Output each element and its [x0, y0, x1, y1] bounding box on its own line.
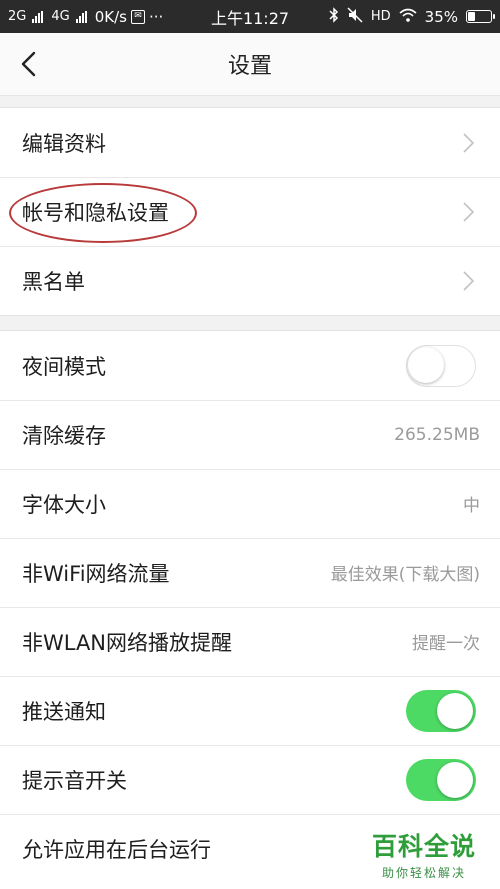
- watermark-main-text: 百科全说: [371, 832, 476, 861]
- more-notifications-icon: ···: [148, 7, 164, 26]
- night-mode-toggle[interactable]: [406, 344, 476, 387]
- row-label: 字体大小: [22, 492, 106, 517]
- chevron-right-icon: [463, 201, 475, 222]
- account-settings-group: 编辑资料 帐号和隐私设置 黑名单: [0, 107, 500, 316]
- row-label: 夜间模式: [22, 354, 106, 379]
- row-label: 允许应用在后台运行: [22, 837, 211, 862]
- notification-icon: ✉: [130, 9, 145, 24]
- net-speed: 0K/s: [94, 7, 127, 26]
- battery-percent: 35%: [424, 7, 458, 26]
- signal-icon: [75, 10, 87, 23]
- row-label: 黑名单: [22, 269, 85, 294]
- mute-icon: [347, 6, 363, 27]
- status-time: 上午11:27: [210, 8, 290, 28]
- non-wifi-traffic-row[interactable]: 非WiFi网络流量 最佳效果(下载大图): [0, 538, 500, 607]
- reminder-value: 提醒一次: [412, 634, 480, 654]
- font-size-row[interactable]: 字体大小 中: [0, 469, 500, 538]
- row-label: 编辑资料: [22, 131, 106, 156]
- row-label: 清除缓存: [22, 423, 106, 448]
- sound-switch-toggle[interactable]: [406, 758, 476, 801]
- toggle-knob: [437, 692, 473, 729]
- hd-label: HD: [370, 9, 391, 24]
- push-notify-row: 推送通知: [0, 676, 500, 745]
- general-settings-group: 夜间模式 清除缓存 265.25MB 字体大小 中 非WiFi网络流量 最佳效果…: [0, 330, 500, 889]
- watermark-sub-text: 助你轻松解决: [381, 866, 466, 880]
- account-privacy-row[interactable]: 帐号和隐私设置: [0, 177, 500, 246]
- wifi-icon: [399, 8, 417, 26]
- bluetooth-icon: [329, 6, 339, 27]
- row-label: 非WiFi网络流量: [22, 561, 170, 586]
- sound-switch-row: 提示音开关: [0, 745, 500, 814]
- non-wlan-reminder-row[interactable]: 非WLAN网络播放提醒 提醒一次: [0, 607, 500, 676]
- signal-icon: [32, 10, 44, 23]
- chevron-left-icon[interactable]: [16, 50, 44, 78]
- chevron-right-icon: [463, 270, 475, 291]
- navigation-bar: 设置: [0, 33, 500, 96]
- traffic-mode-value: 最佳效果(下载大图): [330, 565, 480, 585]
- sim2-label: 4G: [51, 9, 70, 24]
- battery-icon: [466, 10, 495, 23]
- edit-profile-row[interactable]: 编辑资料: [0, 108, 500, 177]
- sim1-label: 2G: [8, 9, 27, 24]
- status-bar: 2G 4G 0K/s ✉ ··· 上午11:27 HD 35%: [0, 0, 500, 33]
- push-notify-toggle[interactable]: [406, 689, 476, 732]
- clear-cache-row[interactable]: 清除缓存 265.25MB: [0, 400, 500, 469]
- blacklist-row[interactable]: 黑名单: [0, 246, 500, 315]
- night-mode-row: 夜间模式: [0, 331, 500, 400]
- page-title: 设置: [227, 54, 272, 79]
- cache-size-value: 265.25MB: [394, 424, 480, 445]
- toggle-knob: [408, 346, 444, 383]
- chevron-right-icon: [463, 132, 475, 153]
- row-label: 帐号和隐私设置: [22, 200, 169, 225]
- toggle-knob: [437, 761, 473, 798]
- font-size-value: 中: [463, 496, 480, 516]
- watermark-logo: 百科全说 助你轻松解决: [364, 827, 484, 881]
- row-label: 推送通知: [22, 699, 106, 724]
- row-label: 非WLAN网络播放提醒: [22, 630, 233, 655]
- row-label: 提示音开关: [22, 768, 127, 793]
